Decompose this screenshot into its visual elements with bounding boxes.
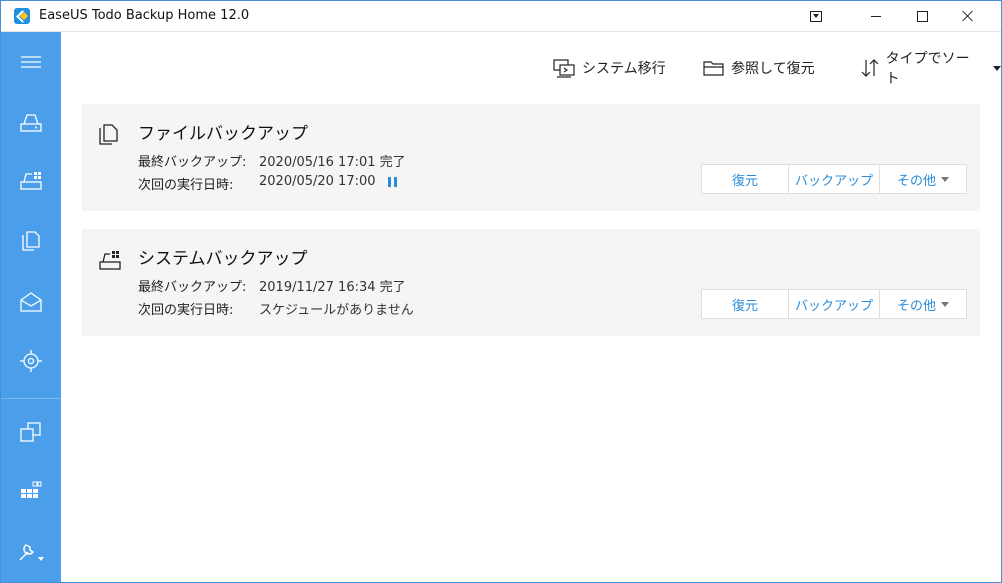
- browse-restore-label: 参照して復元: [731, 61, 815, 77]
- task-action-group: 復元 バックアップ その他: [701, 164, 967, 194]
- task-card-system-backup[interactable]: システムバックアップ 最終バックアップ: 2019/11/27 16:34 完了…: [82, 229, 980, 336]
- close-button[interactable]: [945, 1, 991, 31]
- maximize-button[interactable]: [899, 1, 945, 31]
- last-backup-value: 2020/05/16 17:01 完了: [259, 155, 406, 170]
- sidebar-item-mail-backup[interactable]: [1, 280, 61, 324]
- task-card-file-backup[interactable]: ファイルバックアップ 最終バックアップ: 2020/05/16 17:01 完了…: [82, 104, 980, 211]
- app-window: EaseUS Todo Backup Home 12.0 システム移行 参照して…: [0, 0, 1002, 583]
- sort-arrows-icon: [861, 59, 879, 77]
- more-label: その他: [896, 298, 936, 314]
- sidebar-item-clone[interactable]: [1, 410, 61, 454]
- sidebar-divider: [1, 398, 61, 399]
- pause-icon[interactable]: [387, 176, 397, 187]
- system-migration-label: システム移行: [582, 61, 666, 77]
- menu-dropdown-icon: [810, 10, 822, 22]
- chevron-down-icon: [941, 301, 949, 307]
- sidebar-menu-toggle[interactable]: [1, 40, 61, 84]
- close-icon: [962, 10, 974, 22]
- sidebar-item-disk-backup[interactable]: [1, 101, 61, 145]
- title-menu-button[interactable]: [793, 1, 839, 31]
- sidebar: [1, 32, 61, 582]
- sidebar-item-system-backup[interactable]: [1, 159, 61, 203]
- task-action-group: 復元 バックアップ その他: [701, 289, 967, 319]
- disk-backup-icon: [20, 114, 42, 132]
- system-migration-button[interactable]: システム移行: [552, 54, 666, 82]
- system-migration-icon: [553, 59, 575, 78]
- more-button[interactable]: その他: [880, 290, 966, 318]
- system-drive-icon: [99, 249, 121, 271]
- file-copy-icon: [99, 124, 119, 146]
- restore-button[interactable]: 復元: [702, 165, 789, 193]
- next-run-row: 2020/05/20 17:00: [259, 174, 397, 189]
- system-backup-icon: [20, 172, 42, 190]
- app-logo-icon: [14, 8, 30, 24]
- main-content: システム移行 参照して復元 タイプでソート ファイルバックアップ 最終バックアッ…: [62, 32, 1001, 582]
- task-title: システムバックアップ: [138, 249, 308, 269]
- sidebar-item-tools[interactable]: [1, 530, 61, 574]
- window-title: EaseUS Todo Backup Home 12.0: [39, 8, 250, 23]
- restore-button[interactable]: 復元: [702, 290, 789, 318]
- file-backup-icon: [22, 231, 40, 251]
- title-bar: EaseUS Todo Backup Home 12.0: [1, 1, 1001, 32]
- sort-by-type-label: タイプでソート: [885, 51, 970, 87]
- sidebar-item-smart-backup[interactable]: [1, 339, 61, 383]
- next-run-label: 次回の実行日時:: [138, 303, 234, 318]
- more-label: その他: [896, 173, 936, 189]
- next-run-value: スケジュールがありません: [259, 303, 414, 318]
- hamburger-menu-icon: [21, 56, 41, 68]
- backup-button[interactable]: バックアップ: [789, 165, 880, 193]
- tools-icon: [19, 544, 44, 561]
- minimize-button[interactable]: [853, 1, 899, 31]
- more-button[interactable]: その他: [880, 165, 966, 193]
- sidebar-item-apps[interactable]: [1, 468, 61, 512]
- backup-button[interactable]: バックアップ: [789, 290, 880, 318]
- folder-icon: [703, 61, 724, 76]
- sidebar-item-file-backup[interactable]: [1, 219, 61, 263]
- minimize-icon: [871, 15, 881, 17]
- browse-restore-button[interactable]: 参照して復元: [703, 54, 815, 82]
- last-backup-value: 2019/11/27 16:34 完了: [259, 280, 406, 295]
- clone-icon: [20, 422, 41, 442]
- mail-backup-icon: [20, 292, 42, 312]
- smart-backup-icon: [20, 350, 42, 372]
- last-backup-label: 最終バックアップ:: [138, 155, 247, 170]
- apps-icon: [21, 481, 42, 498]
- maximize-icon: [916, 10, 928, 22]
- next-run-label: 次回の実行日時:: [138, 178, 234, 193]
- next-run-value: 2020/05/20 17:00: [259, 174, 376, 189]
- chevron-down-icon: [941, 176, 949, 182]
- chevron-down-icon: [993, 65, 1001, 71]
- task-title: ファイルバックアップ: [138, 124, 308, 144]
- last-backup-label: 最終バックアップ:: [138, 280, 247, 295]
- sort-by-type-button[interactable]: タイプでソート: [860, 51, 1001, 87]
